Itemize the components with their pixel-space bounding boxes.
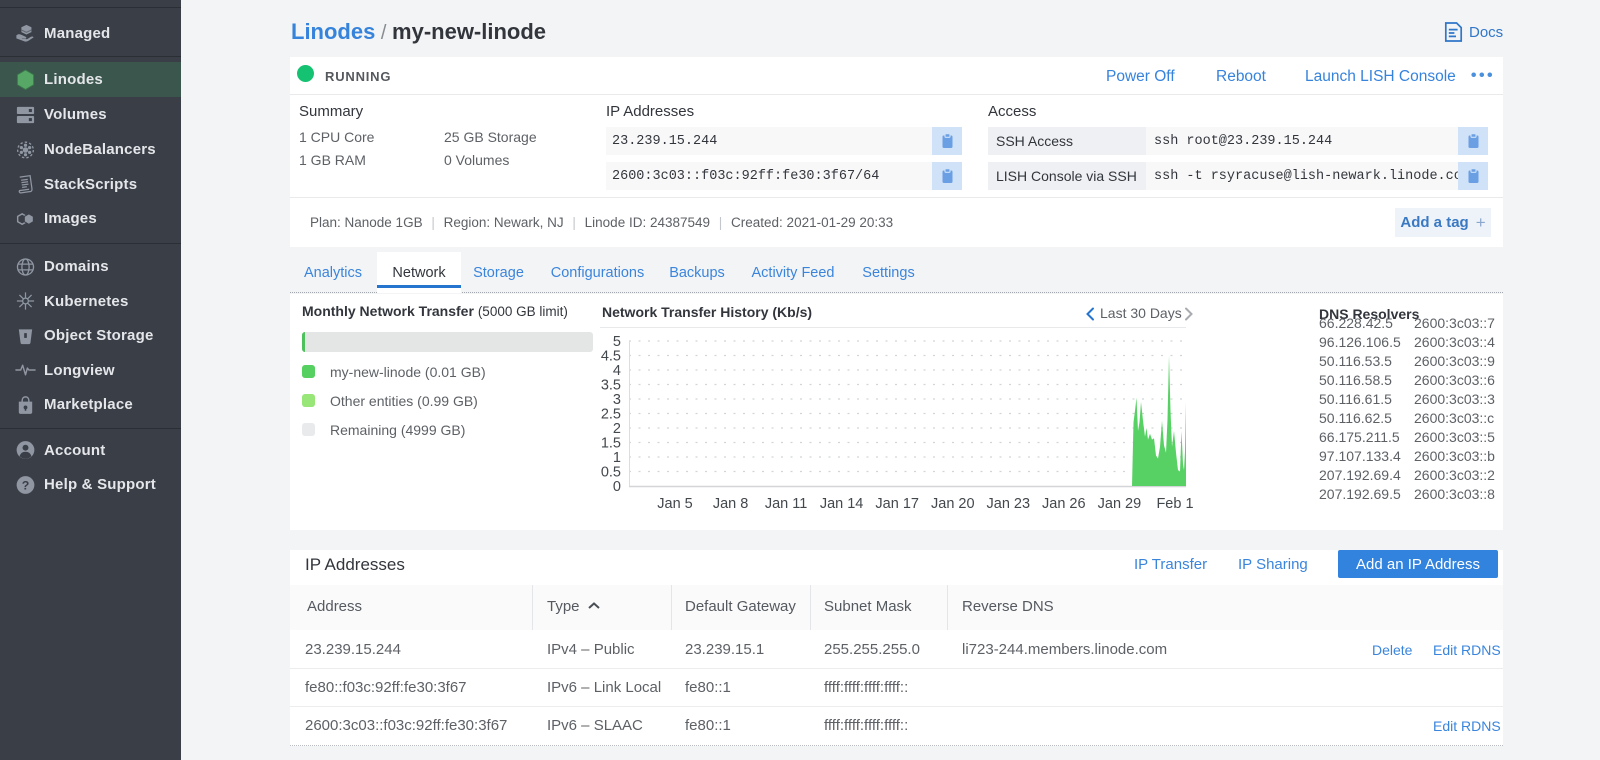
- svg-text:Jan 14: Jan 14: [820, 496, 864, 512]
- svg-text:Jan 20: Jan 20: [931, 496, 975, 512]
- svg-text:Jan 26: Jan 26: [1042, 496, 1086, 512]
- svg-text:Jan 29: Jan 29: [1098, 496, 1142, 512]
- svg-text:Jan 23: Jan 23: [987, 496, 1031, 512]
- svg-text:?: ?: [22, 478, 30, 492]
- svg-text:Jan 8: Jan 8: [713, 496, 748, 512]
- svg-text:Feb 1: Feb 1: [1156, 496, 1193, 512]
- svg-text:Jan 11: Jan 11: [765, 496, 807, 512]
- svg-text:Jan 5: Jan 5: [657, 496, 692, 512]
- svg-text:Jan 17: Jan 17: [875, 496, 919, 512]
- svg-text:0: 0: [613, 479, 621, 495]
